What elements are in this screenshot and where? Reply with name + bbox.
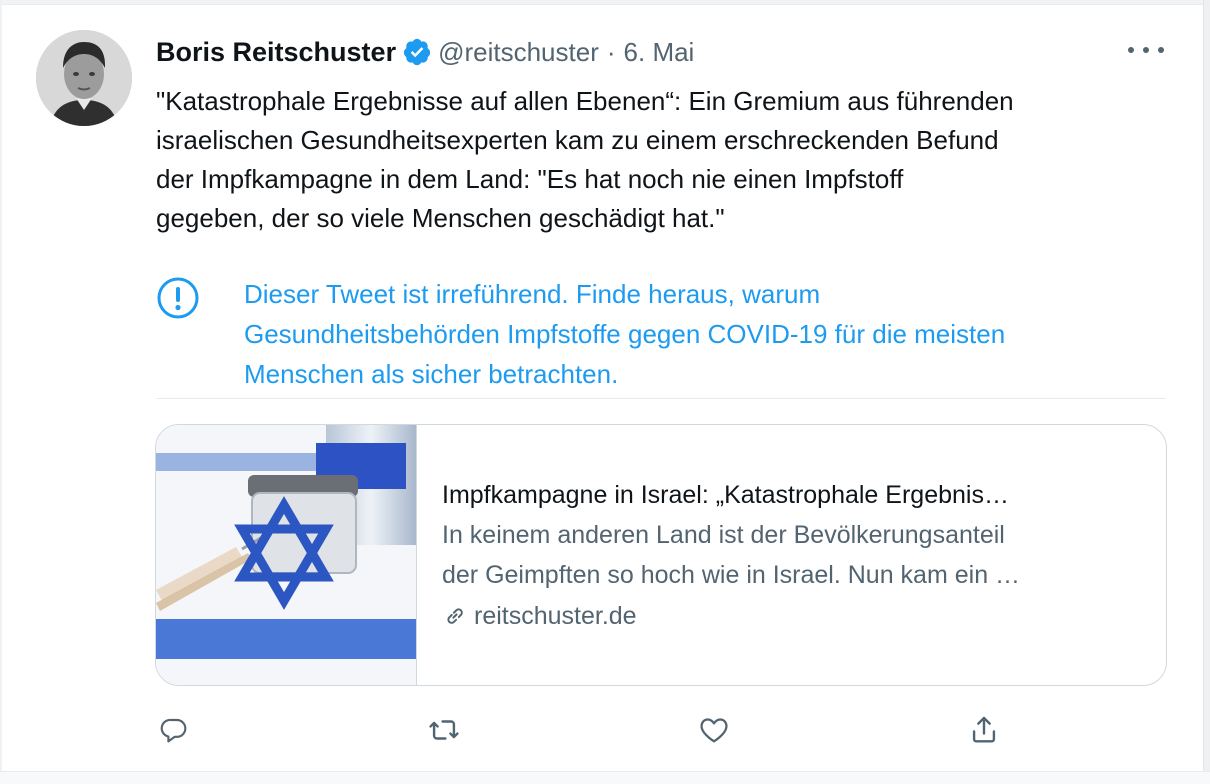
heart-icon <box>700 718 728 743</box>
tweet-text-line: israelischen Gesundheitsexperten kam zu … <box>156 125 999 155</box>
share-button[interactable] <box>964 710 1004 750</box>
header-separator: · <box>606 36 616 67</box>
more-dot <box>1158 47 1164 53</box>
tweet-date[interactable]: 6. Mai <box>624 37 695 68</box>
notice-line: Dieser Tweet ist irreführend. Finde hera… <box>244 279 821 309</box>
card-thumbnail <box>156 425 417 685</box>
divider <box>156 398 1166 399</box>
more-dot <box>1143 47 1149 53</box>
card-description-line: In keinem anderen Land ist der Bevölkeru… <box>442 521 1005 549</box>
timeline-right-border <box>1203 0 1210 784</box>
reply-button[interactable] <box>154 710 194 750</box>
tweet-text-line: "Katastrophale Ergebnisse auf allen Eben… <box>156 86 1014 116</box>
tweet-text: "Katastrophale Ergebnisse auf allen Eben… <box>156 82 1176 238</box>
verified-badge-icon <box>402 37 432 67</box>
link-preview-card[interactable]: Impfkampagne in Israel: „Katastrophale E… <box>155 424 1167 686</box>
share-icon <box>972 716 996 743</box>
card-title: Impfkampagne in Israel: „Katastrophale E… <box>442 481 1009 509</box>
misleading-notice-link[interactable]: Dieser Tweet ist irreführend. Finde hera… <box>244 274 1184 394</box>
timeline-bottom-border <box>0 771 1210 784</box>
more-options-icon[interactable] <box>1128 38 1164 62</box>
card-description-line: der Geimpften so hoch wie in Israel. Nun… <box>442 561 1021 589</box>
tweet-actions <box>0 710 1210 750</box>
card-description: In keinem anderen Land ist der Bevölkeru… <box>442 515 1142 595</box>
more-dot <box>1128 47 1134 53</box>
tweet-header: Boris Reitschuster @reitschuster · 6. Ma… <box>156 32 694 72</box>
tweet-text-line: der Impfkampagne in dem Land: "Es hat no… <box>156 164 904 194</box>
like-button[interactable] <box>694 710 734 750</box>
timeline-left-border <box>0 0 2 784</box>
author-handle[interactable]: @reitschuster <box>438 37 599 68</box>
avatar[interactable] <box>36 30 132 126</box>
exclamation-circle-icon <box>156 276 200 320</box>
retweet-button[interactable] <box>424 710 464 750</box>
link-icon <box>447 608 463 624</box>
card-domain-text: reitschuster.de <box>474 602 637 630</box>
timeline-top-border <box>0 0 1210 5</box>
tweet-text-line: gegeben, der so viele Menschen geschädig… <box>156 203 725 233</box>
notice-line: Menschen als sicher betrachten. <box>244 359 619 389</box>
author-name[interactable]: Boris Reitschuster <box>156 37 396 68</box>
avatar-photo <box>36 30 132 126</box>
card-domain: reitschuster.de <box>442 596 1142 636</box>
notice-line: Gesundheitsbehörden Impfstoffe gegen COV… <box>244 319 1006 349</box>
retweet-icon <box>429 720 459 740</box>
reply-icon <box>160 718 187 743</box>
card-body: Impfkampagne in Israel: „Katastrophale E… <box>442 477 1142 636</box>
